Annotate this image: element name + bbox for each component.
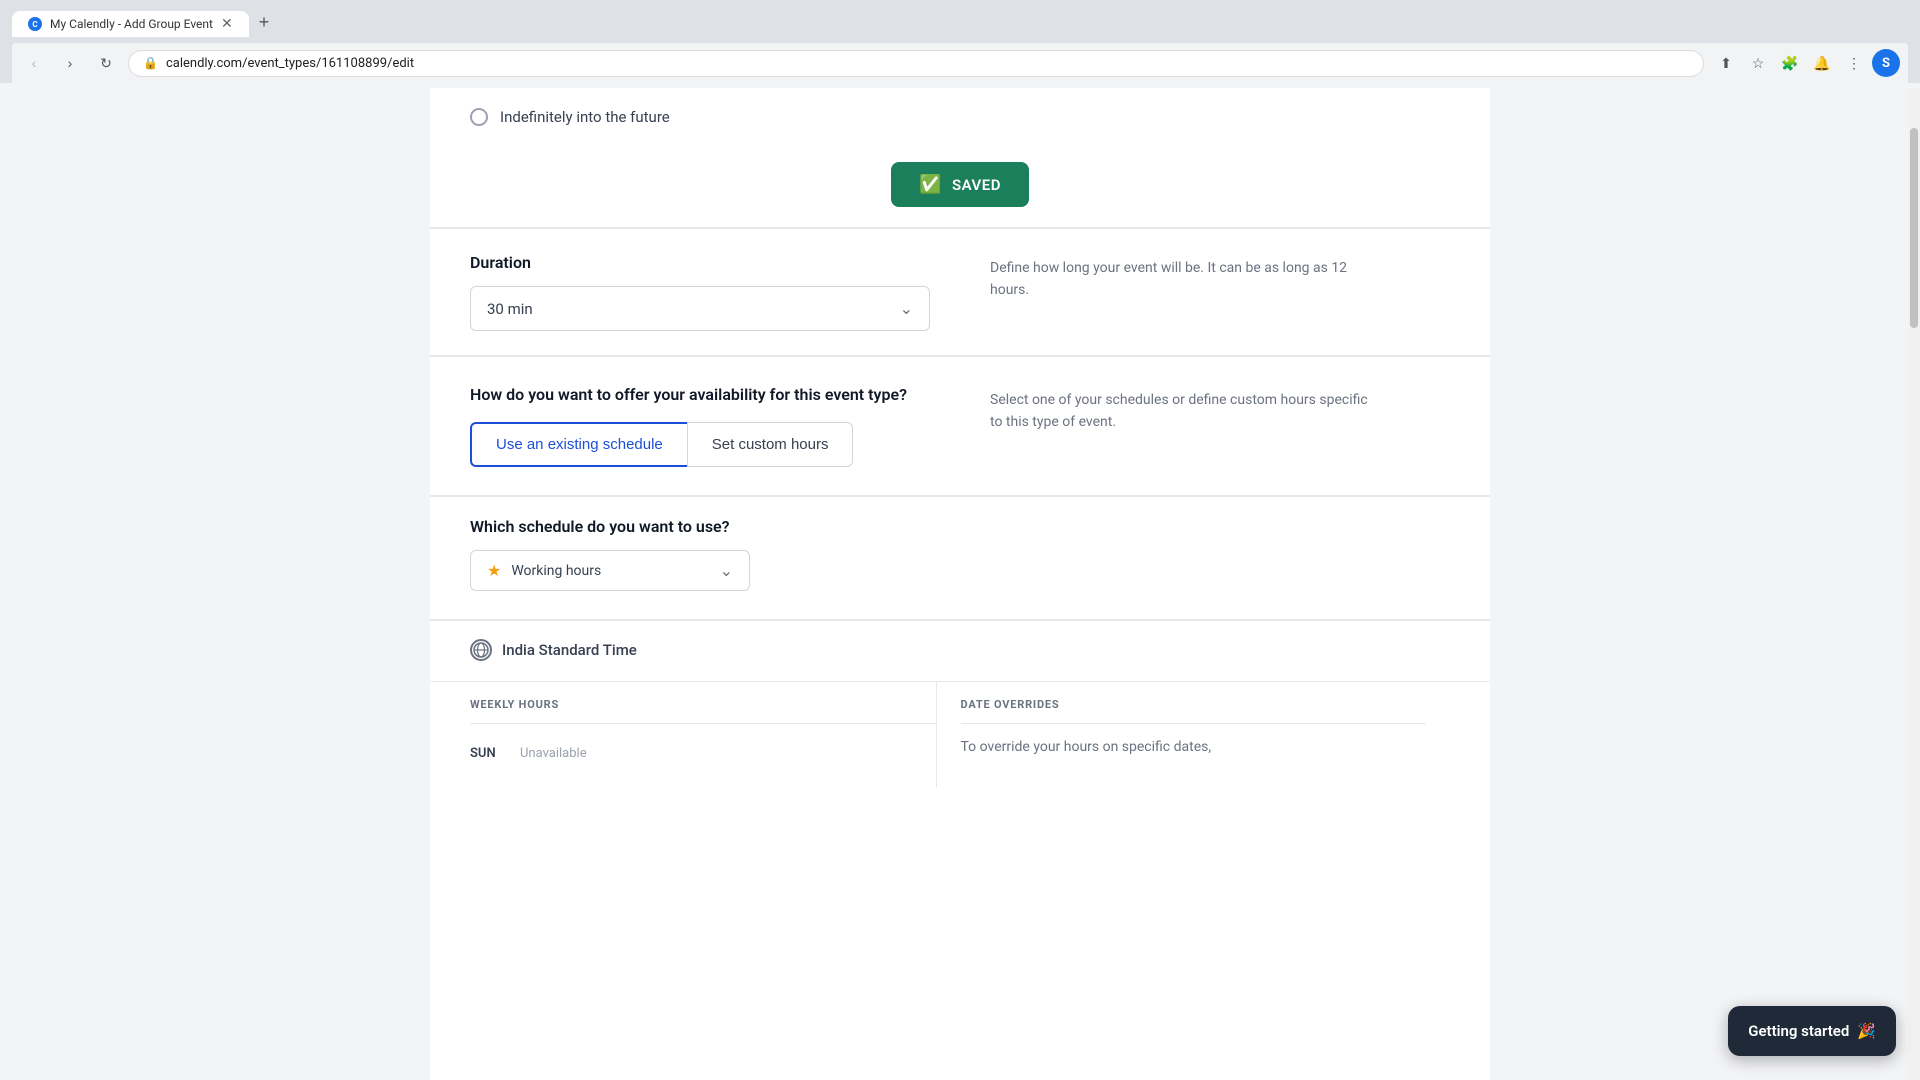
toggle-buttons: Use an existing schedule Set custom hour… [470, 422, 950, 467]
use-existing-schedule-button[interactable]: Use an existing schedule [470, 422, 687, 467]
browser-chrome: C My Calendly - Add Group Event ✕ + ‹ › … [0, 0, 1920, 83]
availability-inner: How do you want to offer your availabili… [470, 385, 1450, 467]
content-container: Indefinitely into the future ✅ SAVED Dur… [430, 88, 1490, 1080]
date-overrides-column: DATE OVERRIDES To override your hours on… [937, 682, 1451, 787]
duration-label: Duration [470, 253, 950, 272]
share-button[interactable]: ⬆ [1712, 49, 1740, 77]
table-row: SUN Unavailable [470, 736, 936, 771]
schedule-question: Which schedule do you want to use? [470, 517, 1450, 536]
extensions-button[interactable]: 🧩 [1776, 49, 1804, 77]
duration-right: Define how long your event will be. It c… [990, 253, 1370, 331]
active-tab[interactable]: C My Calendly - Add Group Event ✕ [12, 11, 249, 37]
new-tab-button[interactable]: + [251, 8, 278, 37]
timezone-row: India Standard Time [470, 639, 1450, 661]
bookmark-button[interactable]: ☆ [1744, 49, 1772, 77]
schedule-name: Working hours [511, 563, 601, 579]
indefinitely-option[interactable]: Indefinitely into the future [470, 108, 670, 126]
duration-left: Duration 30 min ⌄ [470, 253, 950, 331]
notifications-button[interactable]: 🔔 [1808, 49, 1836, 77]
schedule-section: Which schedule do you want to use? ★ Wor… [430, 496, 1490, 619]
weekly-hours-column: WEEKLY HOURS SUN Unavailable [470, 682, 937, 787]
toolbar-actions: ⬆ ☆ 🧩 🔔 ⋮ S [1712, 49, 1900, 77]
schedule-chevron-icon: ⌄ [720, 561, 733, 580]
forward-button[interactable]: › [56, 49, 84, 77]
saved-banner: ✅ SAVED [891, 162, 1029, 207]
duration-dropdown[interactable]: 30 min ⌄ [470, 286, 930, 331]
indefinitely-radio[interactable] [470, 108, 488, 126]
address-bar[interactable]: 🔒 calendly.com/event_types/161108899/edi… [128, 50, 1704, 77]
getting-started-label: Getting started [1748, 1022, 1849, 1040]
profile-avatar[interactable]: S [1872, 49, 1900, 77]
scrollbar[interactable] [1908, 88, 1920, 1080]
set-custom-hours-button[interactable]: Set custom hours [687, 422, 854, 467]
duration-inner: Duration 30 min ⌄ Define how long your e… [470, 253, 1450, 331]
duration-value: 30 min [487, 300, 533, 318]
availability-helper: Select one of your schedules or define c… [990, 392, 1368, 430]
hours-table-section: WEEKLY HOURS SUN Unavailable DATE OVERRI… [430, 681, 1490, 787]
indefinitely-section: Indefinitely into the future [430, 88, 1490, 150]
saved-text: SAVED [952, 176, 1001, 194]
menu-button[interactable]: ⋮ [1840, 49, 1868, 77]
day-status: Unavailable [520, 746, 587, 761]
availability-right: Select one of your schedules or define c… [990, 385, 1370, 467]
back-button[interactable]: ‹ [20, 49, 48, 77]
page-wrapper: Indefinitely into the future ✅ SAVED Dur… [0, 88, 1920, 1080]
indefinitely-label: Indefinitely into the future [500, 108, 670, 126]
schedule-dropdown[interactable]: ★ Working hours ⌄ [470, 550, 750, 591]
getting-started-widget[interactable]: Getting started 🎉 [1728, 1006, 1896, 1056]
availability-left: How do you want to offer your availabili… [470, 385, 950, 467]
timezone-label: India Standard Time [502, 641, 637, 659]
tab-close-button[interactable]: ✕ [221, 17, 233, 31]
scrollbar-thumb[interactable] [1910, 128, 1918, 328]
timezone-globe-icon [470, 639, 492, 661]
reload-button[interactable]: ↻ [92, 49, 120, 77]
lock-icon: 🔒 [143, 56, 158, 70]
availability-question: How do you want to offer your availabili… [470, 385, 950, 404]
timezone-section: India Standard Time [430, 620, 1490, 681]
date-overrides-header: DATE OVERRIDES [961, 698, 1427, 724]
tab-favicon: C [28, 17, 42, 31]
saved-checkmark-icon: ✅ [919, 174, 942, 195]
duration-section: Duration 30 min ⌄ Define how long your e… [430, 228, 1490, 355]
day-name: SUN [470, 746, 520, 761]
star-icon: ★ [487, 561, 501, 580]
date-overrides-helper: To override your hours on specific dates… [961, 736, 1427, 758]
url-text: calendly.com/event_types/161108899/edit [166, 56, 1689, 71]
chevron-down-icon: ⌄ [900, 299, 913, 318]
getting-started-emoji: 🎉 [1857, 1022, 1876, 1040]
availability-section: How do you want to offer your availabili… [430, 356, 1490, 495]
hours-table: WEEKLY HOURS SUN Unavailable DATE OVERRI… [470, 682, 1450, 787]
browser-toolbar: ‹ › ↻ 🔒 calendly.com/event_types/1611088… [12, 43, 1908, 83]
tab-title: My Calendly - Add Group Event [50, 17, 213, 31]
browser-tabs: C My Calendly - Add Group Event ✕ + [12, 8, 1908, 37]
duration-helper: Define how long your event will be. It c… [990, 260, 1347, 298]
saved-banner-wrapper: ✅ SAVED [430, 150, 1490, 227]
schedule-dropdown-left: ★ Working hours [487, 561, 601, 580]
weekly-hours-header: WEEKLY HOURS [470, 698, 936, 724]
